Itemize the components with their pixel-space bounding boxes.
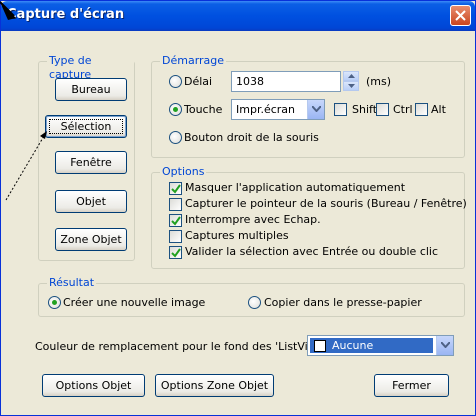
- options-zone-objet-button[interactable]: Options Zone Objet: [155, 374, 274, 397]
- option-checkbox[interactable]: [169, 246, 182, 259]
- new-image-label: Créer une nouvelle image: [63, 296, 206, 309]
- zone-objet-button[interactable]: Zone Objet: [55, 228, 127, 251]
- option-checkbox[interactable]: [169, 214, 182, 227]
- spin-up-icon[interactable]: [343, 71, 359, 81]
- options-legend: Options: [160, 165, 207, 179]
- selection-button[interactable]: Sélection: [45, 115, 127, 138]
- spin-down-icon[interactable]: [343, 81, 359, 91]
- new-image-radio[interactable]: [48, 296, 61, 309]
- listview-color-select[interactable]: Aucune: [307, 335, 454, 356]
- option-checkbox[interactable]: [169, 182, 182, 195]
- delay-label: Délai: [184, 75, 213, 88]
- option-checkbox[interactable]: [169, 198, 182, 211]
- capture-dialog: Capture d'écran Type de capture Bureau S…: [0, 0, 476, 416]
- key-radio[interactable]: [169, 103, 182, 116]
- options-objet-button[interactable]: Options Objet: [42, 374, 145, 397]
- startup-legend: Démarrage: [160, 54, 227, 68]
- clipboard-radio[interactable]: [248, 296, 261, 309]
- shift-label: Shift: [352, 103, 378, 116]
- clipboard-label: Copier dans le presse-papier: [264, 296, 422, 309]
- right-button-label: Bouton droit de la souris: [184, 131, 319, 144]
- ctrl-checkbox[interactable]: [376, 103, 389, 116]
- color-swatch: [314, 340, 326, 352]
- title-bar[interactable]: Capture d'écran: [1, 1, 475, 31]
- listview-color-label: Couleur de remplacement pour le fond des…: [35, 340, 334, 353]
- bureau-button[interactable]: Bureau: [55, 78, 127, 101]
- window-title: Capture d'écran: [7, 7, 125, 22]
- right-button-radio[interactable]: [169, 131, 182, 144]
- objet-button[interactable]: Objet: [55, 190, 127, 213]
- focus-rectangle: [49, 119, 123, 134]
- chevron-down-icon[interactable]: [307, 100, 324, 119]
- option-label: Valider la sélection avec Entrée ou doub…: [185, 245, 439, 258]
- option-label: Interrompre avec Echap.: [185, 213, 321, 226]
- option-label: Masquer l'application automatiquement: [185, 181, 406, 194]
- close-icon[interactable]: [450, 5, 471, 26]
- delay-radio[interactable]: [169, 75, 182, 88]
- option-checkbox[interactable]: [169, 230, 182, 243]
- alt-label: Alt: [431, 103, 446, 116]
- fermer-button[interactable]: Fermer: [374, 374, 449, 397]
- delay-unit: (ms): [366, 75, 392, 88]
- delay-spinner[interactable]: [343, 71, 359, 92]
- result-legend: Résultat: [47, 276, 97, 290]
- ctrl-label: Ctrl: [393, 103, 413, 116]
- option-label: Captures multiples: [185, 229, 289, 242]
- option-label: Capturer le pointeur de la souris (Burea…: [185, 197, 467, 210]
- chevron-down-icon[interactable]: [436, 336, 453, 355]
- listview-color-value: Aucune: [310, 338, 433, 353]
- key-select[interactable]: Impr.écran: [231, 99, 325, 120]
- delay-input[interactable]: 1038: [231, 71, 341, 92]
- key-label: Touche: [184, 103, 223, 116]
- key-select-value: Impr.écran: [236, 103, 296, 116]
- alt-checkbox[interactable]: [415, 103, 428, 116]
- shift-checkbox[interactable]: [334, 103, 347, 116]
- fenetre-button[interactable]: Fenêtre: [55, 151, 127, 174]
